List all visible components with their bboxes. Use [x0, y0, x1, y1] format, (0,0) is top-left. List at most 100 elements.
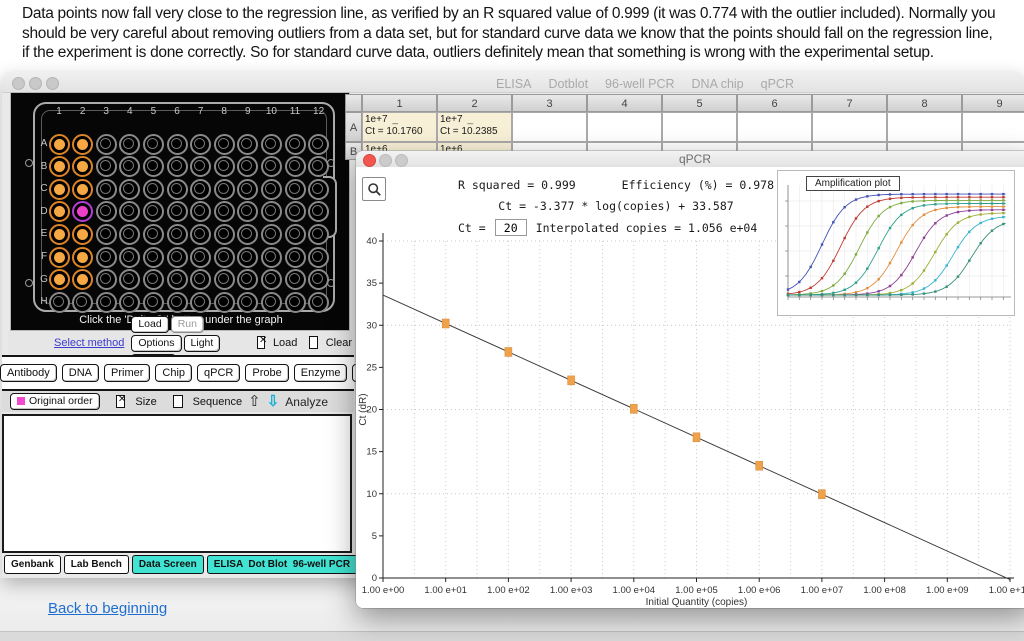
- column-header-9[interactable]: 9: [962, 94, 1024, 112]
- sort-descending-icon[interactable]: ⇩: [267, 395, 280, 409]
- maximize-icon[interactable]: [46, 77, 59, 90]
- well-F6[interactable]: [167, 247, 188, 268]
- load-checkbox[interactable]: [257, 336, 265, 349]
- well-C6[interactable]: [167, 179, 188, 200]
- well-B5[interactable]: [143, 156, 164, 177]
- well-H5[interactable]: [143, 292, 164, 313]
- well-H9[interactable]: [237, 292, 258, 313]
- options-button[interactable]: Options: [131, 335, 181, 352]
- tool-tab-qpcr[interactable]: qPCR: [197, 364, 240, 382]
- well-E6[interactable]: [167, 224, 188, 245]
- well-A11[interactable]: [285, 134, 306, 155]
- well-E3[interactable]: [96, 224, 117, 245]
- analyze-label[interactable]: Analyze: [285, 395, 328, 409]
- well-A5[interactable]: [143, 134, 164, 155]
- well-B1[interactable]: [49, 156, 70, 177]
- tab-96-well-pcr[interactable]: 96-well PCR: [605, 77, 674, 91]
- well-E12[interactable]: [308, 224, 329, 245]
- size-checkbox[interactable]: [116, 395, 126, 408]
- sequence-checkbox[interactable]: [173, 395, 183, 408]
- well-F5[interactable]: [143, 247, 164, 268]
- original-order-button[interactable]: Original order: [10, 393, 100, 410]
- well-A3[interactable]: [96, 134, 117, 155]
- cell-A7[interactable]: [812, 112, 887, 142]
- well-F4[interactable]: [119, 247, 140, 268]
- ct-input[interactable]: [495, 219, 527, 236]
- clear-checkbox[interactable]: [309, 336, 317, 349]
- screen-tab-genbank[interactable]: Genbank: [4, 555, 61, 574]
- well-F10[interactable]: [261, 247, 282, 268]
- well-E2[interactable]: [72, 224, 93, 245]
- well-H3[interactable]: [96, 292, 117, 313]
- well-A1[interactable]: [49, 134, 70, 155]
- well-A10[interactable]: [261, 134, 282, 155]
- well-A8[interactable]: [214, 134, 235, 155]
- well-H4[interactable]: [119, 292, 140, 313]
- well-G1[interactable]: [49, 269, 70, 290]
- well-C2[interactable]: [72, 179, 93, 200]
- column-header-1[interactable]: 1: [362, 94, 437, 112]
- cell-A1[interactable]: 1e+7_Ct = 10.1760: [362, 112, 437, 142]
- well-H8[interactable]: [214, 292, 235, 313]
- tab-elisa[interactable]: ELISA: [496, 77, 531, 91]
- well-B6[interactable]: [167, 156, 188, 177]
- well-H7[interactable]: [190, 292, 211, 313]
- cell-A9[interactable]: [962, 112, 1024, 142]
- well-G3[interactable]: [96, 269, 117, 290]
- well-B3[interactable]: [96, 156, 117, 177]
- well-E11[interactable]: [285, 224, 306, 245]
- tool-tab-dna[interactable]: DNA: [62, 364, 99, 382]
- cell-A6[interactable]: [737, 112, 812, 142]
- well-D8[interactable]: [214, 201, 235, 222]
- well-A7[interactable]: [190, 134, 211, 155]
- cell-A2[interactable]: 1e+7_Ct = 10.2385: [437, 112, 512, 142]
- cell-A3[interactable]: [512, 112, 587, 142]
- well-B8[interactable]: [214, 156, 235, 177]
- well-E7[interactable]: [190, 224, 211, 245]
- load-button[interactable]: Load: [131, 316, 168, 333]
- well-C5[interactable]: [143, 179, 164, 200]
- screen-tab-data[interactable]: Data Screen: [132, 555, 204, 574]
- amplification-plot-thumbnail[interactable]: Amplification plot: [777, 170, 1015, 316]
- sort-ascending-icon[interactable]: ⇧: [248, 395, 261, 409]
- magnifier-tool-button[interactable]: [362, 177, 386, 201]
- tool-tab-chip[interactable]: Chip: [155, 364, 192, 382]
- row-header-A[interactable]: A: [345, 112, 362, 142]
- column-header-6[interactable]: 6: [737, 94, 812, 112]
- well-D1[interactable]: [49, 201, 70, 222]
- well-H2[interactable]: [72, 292, 93, 313]
- cell-A8[interactable]: [887, 112, 962, 142]
- well-C11[interactable]: [285, 179, 306, 200]
- well-G6[interactable]: [167, 269, 188, 290]
- minimize-icon[interactable]: [29, 77, 42, 90]
- well-H10[interactable]: [261, 292, 282, 313]
- well-C9[interactable]: [237, 179, 258, 200]
- well-G11[interactable]: [285, 269, 306, 290]
- well-C8[interactable]: [214, 179, 235, 200]
- well-F11[interactable]: [285, 247, 306, 268]
- well-G10[interactable]: [261, 269, 282, 290]
- well-E5[interactable]: [143, 224, 164, 245]
- tool-tab-probe[interactable]: Probe: [245, 364, 288, 382]
- tab-dna-chip[interactable]: DNA chip: [692, 77, 744, 91]
- well-F7[interactable]: [190, 247, 211, 268]
- well-A9[interactable]: [237, 134, 258, 155]
- well-B11[interactable]: [285, 156, 306, 177]
- tool-tab-primer[interactable]: Primer: [104, 364, 150, 382]
- well-A6[interactable]: [167, 134, 188, 155]
- well-F8[interactable]: [214, 247, 235, 268]
- well-G8[interactable]: [214, 269, 235, 290]
- back-to-beginning-link[interactable]: Back to beginning: [48, 600, 167, 617]
- column-header-7[interactable]: 7: [812, 94, 887, 112]
- well-C4[interactable]: [119, 179, 140, 200]
- well-H1[interactable]: [49, 292, 70, 313]
- well-D3[interactable]: [96, 201, 117, 222]
- well-F9[interactable]: [237, 247, 258, 268]
- well-E10[interactable]: [261, 224, 282, 245]
- well-C12[interactable]: [308, 179, 329, 200]
- results-list-box[interactable]: [2, 414, 352, 553]
- select-method-link[interactable]: Select method: [54, 337, 124, 349]
- column-header-8[interactable]: 8: [887, 94, 962, 112]
- well-F3[interactable]: [96, 247, 117, 268]
- column-header-3[interactable]: 3: [512, 94, 587, 112]
